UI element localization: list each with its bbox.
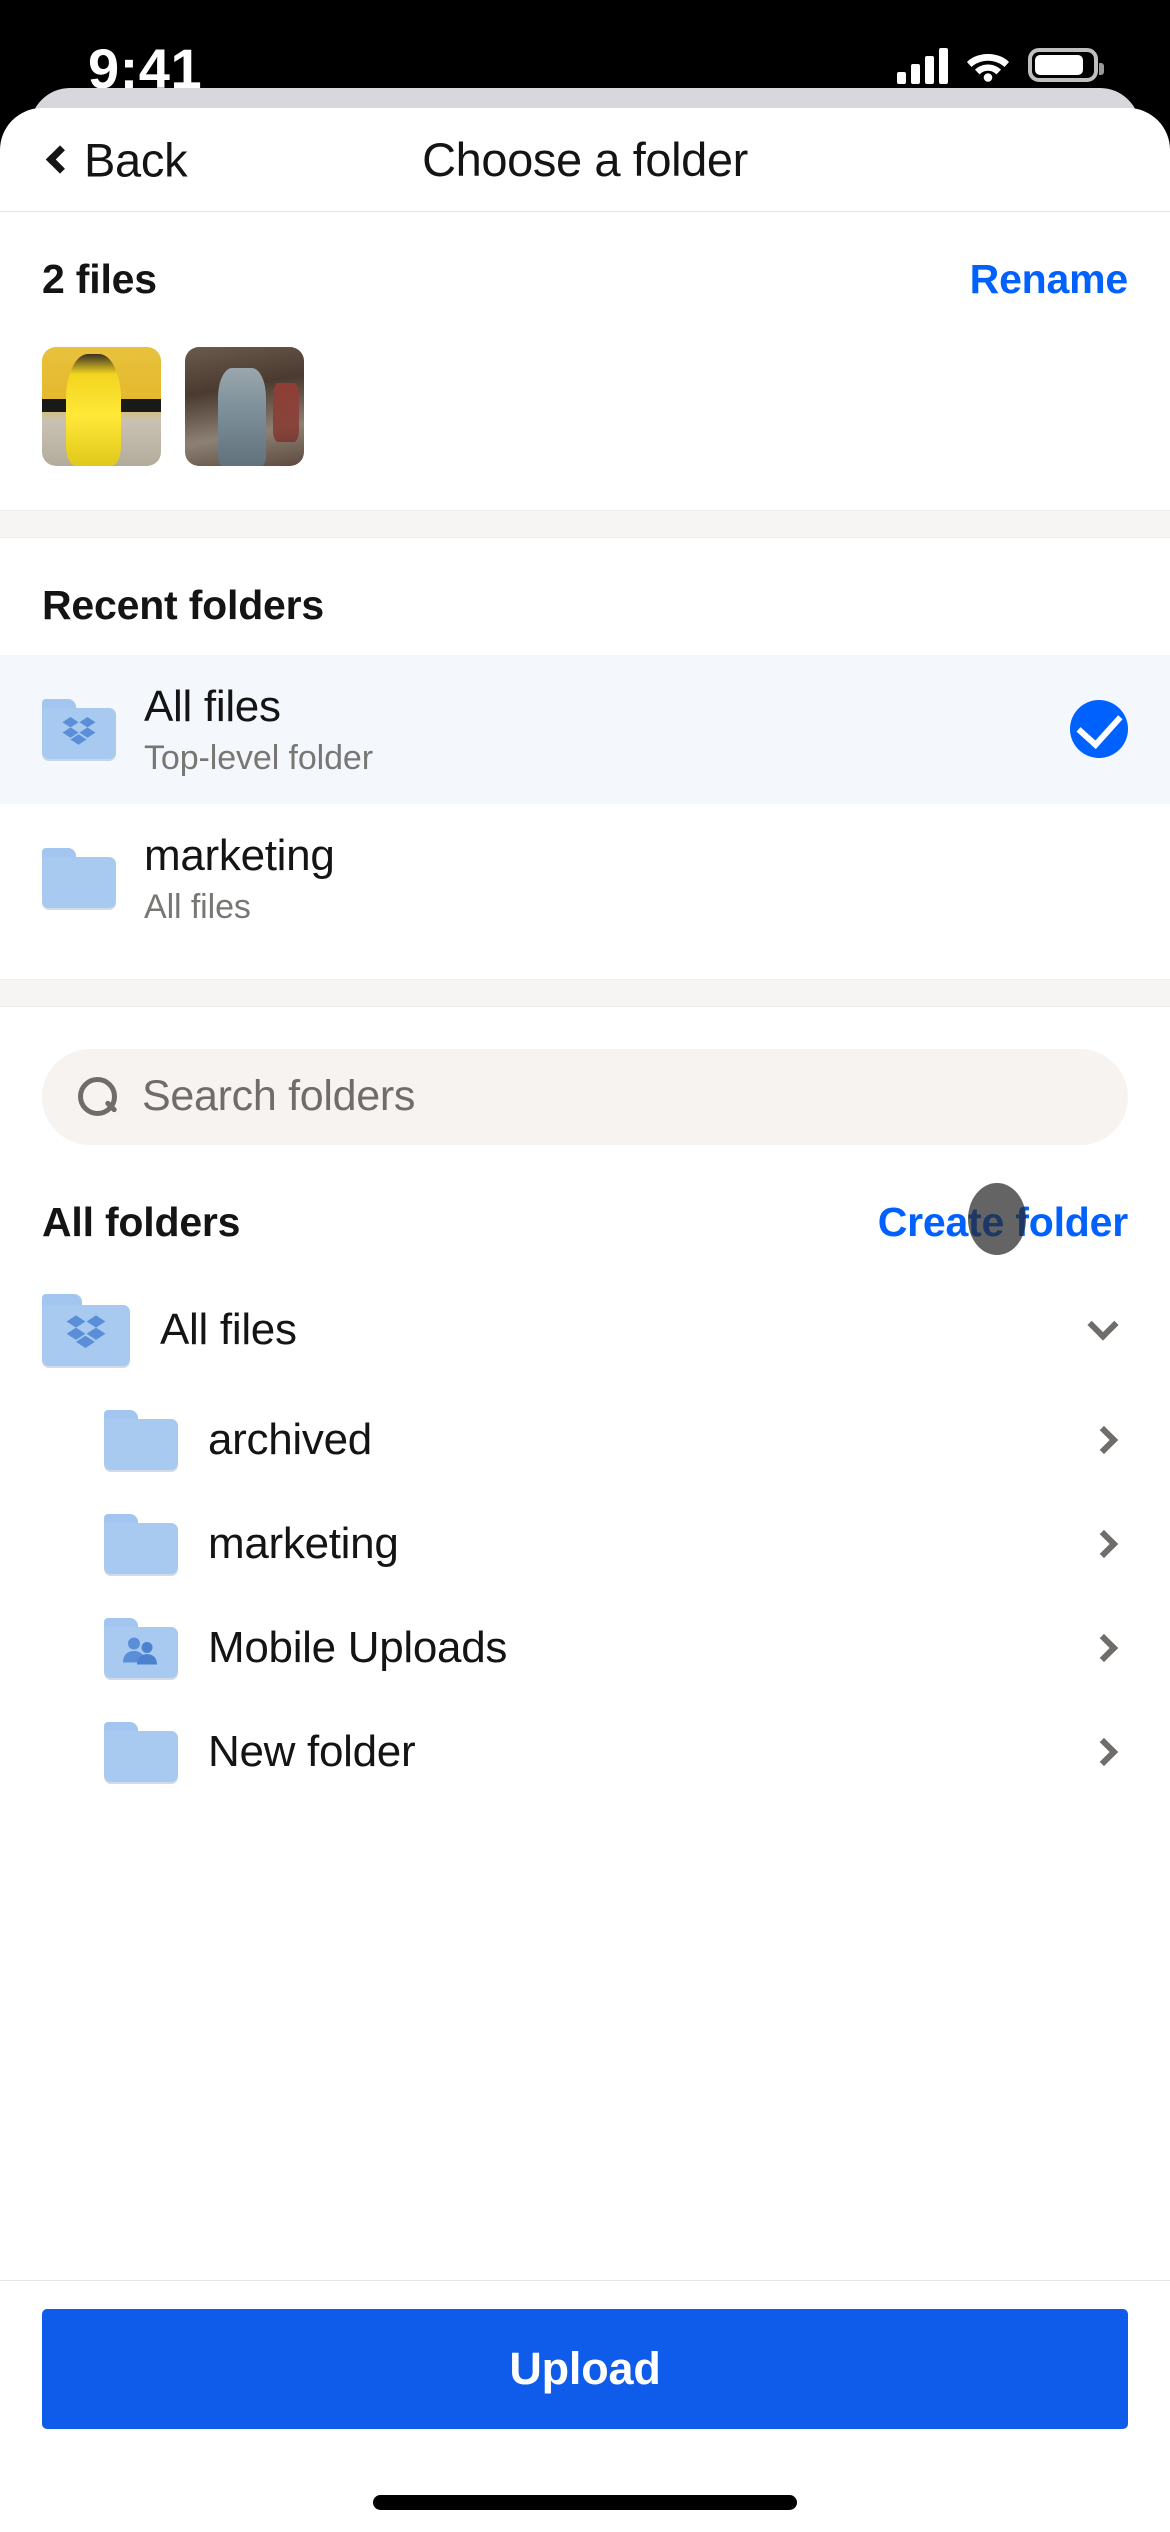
folder-icon [104, 1409, 178, 1470]
file-thumbnail-list [42, 347, 1128, 510]
cellular-signal-icon [897, 46, 948, 84]
tree-item-label: marketing [208, 1518, 399, 1568]
all-folders-header: All folders Create folder [0, 1145, 1170, 1255]
recent-folder-text: marketing All files [144, 830, 1128, 927]
section-divider [0, 978, 1170, 1007]
status-icons [897, 46, 1104, 84]
wifi-icon [966, 48, 1010, 82]
recent-folder-item-marketing[interactable]: marketing All files [0, 804, 1170, 953]
recent-folder-item-all-files[interactable]: All files Top-level folder [0, 655, 1170, 804]
section-divider [0, 510, 1170, 538]
footer-bar: Upload [0, 2280, 1170, 2532]
chevron-right-icon[interactable] [1089, 1633, 1119, 1662]
tree-item-label: archived [208, 1414, 372, 1464]
file-thumbnail[interactable] [185, 347, 304, 466]
selected-check-icon [1070, 700, 1128, 759]
create-folder-button[interactable]: Create folder [878, 1199, 1129, 1246]
battery-icon [1028, 48, 1104, 82]
search-icon [78, 1076, 118, 1117]
shared-folder-icon [104, 1617, 178, 1678]
search-section: Search folders [0, 1007, 1170, 1145]
folder-tree: All files archived marketing Mobile Uplo… [0, 1272, 1170, 1804]
chevron-down-icon[interactable] [1087, 1309, 1119, 1341]
files-header: 2 files Rename [42, 256, 1128, 303]
nav-bar: Back Choose a folder [0, 108, 1170, 212]
page-title: Choose a folder [422, 133, 748, 186]
dropbox-folder-icon [42, 1293, 130, 1366]
recent-folder-name: All files [144, 682, 281, 731]
search-placeholder: Search folders [142, 1072, 416, 1121]
folder-icon [104, 1721, 178, 1782]
tree-item-label: New folder [208, 1726, 416, 1776]
folder-icon [104, 1513, 178, 1574]
phone-screen: 9:41 Back Choose a folder 2 files Rename… [0, 0, 1170, 2532]
folder-picker-sheet: Back Choose a folder 2 files Rename Rece… [0, 108, 1170, 2532]
recent-folder-text: All files Top-level folder [144, 681, 1042, 778]
folder-icon [42, 848, 116, 909]
home-indicator [373, 2495, 797, 2510]
tree-item-all-files[interactable]: All files [0, 1272, 1170, 1388]
dropbox-folder-icon [42, 699, 116, 760]
recent-folders-title: Recent folders [42, 582, 324, 628]
tree-item-mobile-uploads[interactable]: Mobile Uploads [0, 1596, 1170, 1700]
file-thumbnail[interactable] [42, 347, 161, 466]
chevron-right-icon[interactable] [1089, 1425, 1119, 1454]
chevron-right-icon[interactable] [1089, 1529, 1119, 1558]
files-section: 2 files Rename [0, 212, 1170, 510]
chevron-right-icon[interactable] [1089, 1737, 1119, 1766]
rename-button[interactable]: Rename [970, 256, 1129, 303]
upload-button[interactable]: Upload [42, 2309, 1128, 2429]
tree-item-archived[interactable]: archived [0, 1388, 1170, 1492]
tree-item-label: Mobile Uploads [208, 1622, 508, 1672]
tree-item-new-folder[interactable]: New folder [0, 1700, 1170, 1804]
recent-folder-subtitle: Top-level folder [144, 738, 373, 777]
recent-folder-name: marketing [144, 830, 335, 880]
files-count-label: 2 files [42, 256, 157, 302]
all-folders-title: All folders [42, 1198, 241, 1245]
tree-item-marketing[interactable]: marketing [0, 1492, 1170, 1596]
tree-item-label: All files [160, 1304, 297, 1354]
recent-folders-section: Recent folders All files Top-level folde… [0, 538, 1170, 979]
search-input[interactable]: Search folders [42, 1048, 1128, 1145]
recent-folder-subtitle: All files [144, 887, 251, 926]
